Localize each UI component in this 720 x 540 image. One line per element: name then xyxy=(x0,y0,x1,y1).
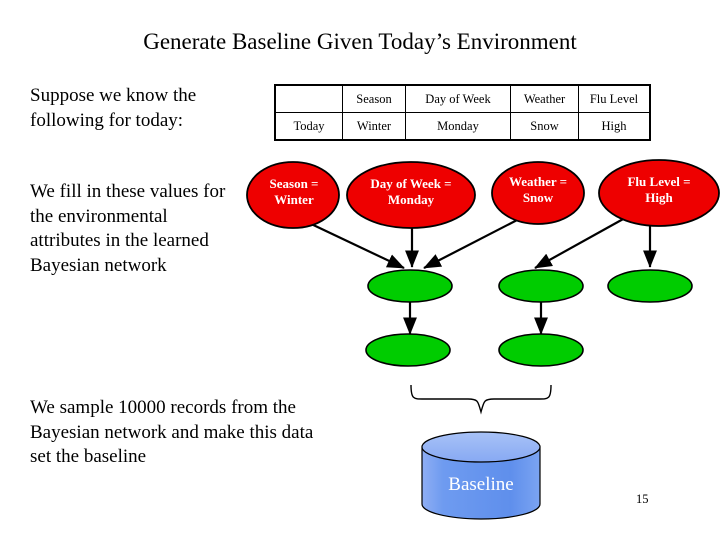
evidence-node-season-line2: Winter xyxy=(274,192,314,207)
table-header-season: Season xyxy=(342,84,406,113)
evidence-node-day-of-week-label: Day of Week = Monday xyxy=(347,176,475,208)
evidence-node-flu-level xyxy=(598,159,720,227)
evidence-node-flu-level-label: Flu Level = High xyxy=(600,174,718,206)
table-row: Today Winter Monday Snow High xyxy=(274,112,651,141)
table-header-weather: Weather xyxy=(510,84,579,113)
hidden-node-green-2 xyxy=(498,269,584,303)
slide-canvas: Generate Baseline Given Today’s Environm… xyxy=(0,0,720,540)
table-header-row: Season Day of Week Weather Flu Level xyxy=(274,84,651,113)
cylinder-body xyxy=(421,446,541,520)
edge-season-to-hidden1 xyxy=(306,221,405,269)
table-cell-flu-level: High xyxy=(578,112,651,141)
evidence-node-flu-line2: High xyxy=(645,190,673,205)
table-cell-weather: Snow xyxy=(510,112,579,141)
page-number: 15 xyxy=(636,492,649,506)
evidence-node-season-line1: Season = xyxy=(269,176,319,191)
table-cell-row-label: Today xyxy=(274,112,343,141)
sampling-paragraph: We sample 10000 records from the Bayesia… xyxy=(30,397,314,467)
evidence-node-weather-line1: Weather = xyxy=(508,174,568,189)
evidence-node-weather-label: Weather = Snow xyxy=(492,174,584,206)
curly-brace xyxy=(410,384,552,415)
intro-paragraph: Suppose we know the following for today: xyxy=(30,85,197,131)
evidence-node-season xyxy=(246,161,340,229)
table-cell-season: Winter xyxy=(342,112,406,141)
hidden-node-green-5 xyxy=(498,333,584,367)
table-header-blank xyxy=(274,84,343,113)
edge-weather-to-hidden1 xyxy=(423,217,522,269)
baseline-datastore-shape xyxy=(421,431,541,520)
table-cell-day-of-week: Monday xyxy=(405,112,511,141)
fill-in-paragraph: We fill in these values for the environm… xyxy=(30,181,226,276)
evidence-node-flu-line1: Flu Level = xyxy=(627,174,691,189)
baseline-datastore-label: Baseline xyxy=(448,474,514,495)
hidden-node-green-3 xyxy=(607,269,693,303)
todays-environment-table: Season Day of Week Weather Flu Level Tod… xyxy=(274,84,651,141)
hidden-node-green-4 xyxy=(365,333,451,367)
evidence-node-weather-line2: Snow xyxy=(522,190,554,205)
table-header-flu-level: Flu Level xyxy=(578,84,651,113)
evidence-node-season-label: Season = Winter xyxy=(249,176,339,208)
cylinder-top xyxy=(421,431,541,463)
evidence-node-dow-line2: Monday xyxy=(387,192,435,207)
page-title: Generate Baseline Given Today’s Environm… xyxy=(143,29,577,54)
edge-flulevel-to-hidden2 xyxy=(534,217,626,269)
table-header-day-of-week: Day of Week xyxy=(405,84,511,113)
evidence-node-dow-line1: Day of Week = xyxy=(370,176,452,191)
evidence-node-day-of-week xyxy=(346,161,476,229)
evidence-node-weather xyxy=(491,161,585,225)
hidden-node-green-1 xyxy=(367,269,453,303)
